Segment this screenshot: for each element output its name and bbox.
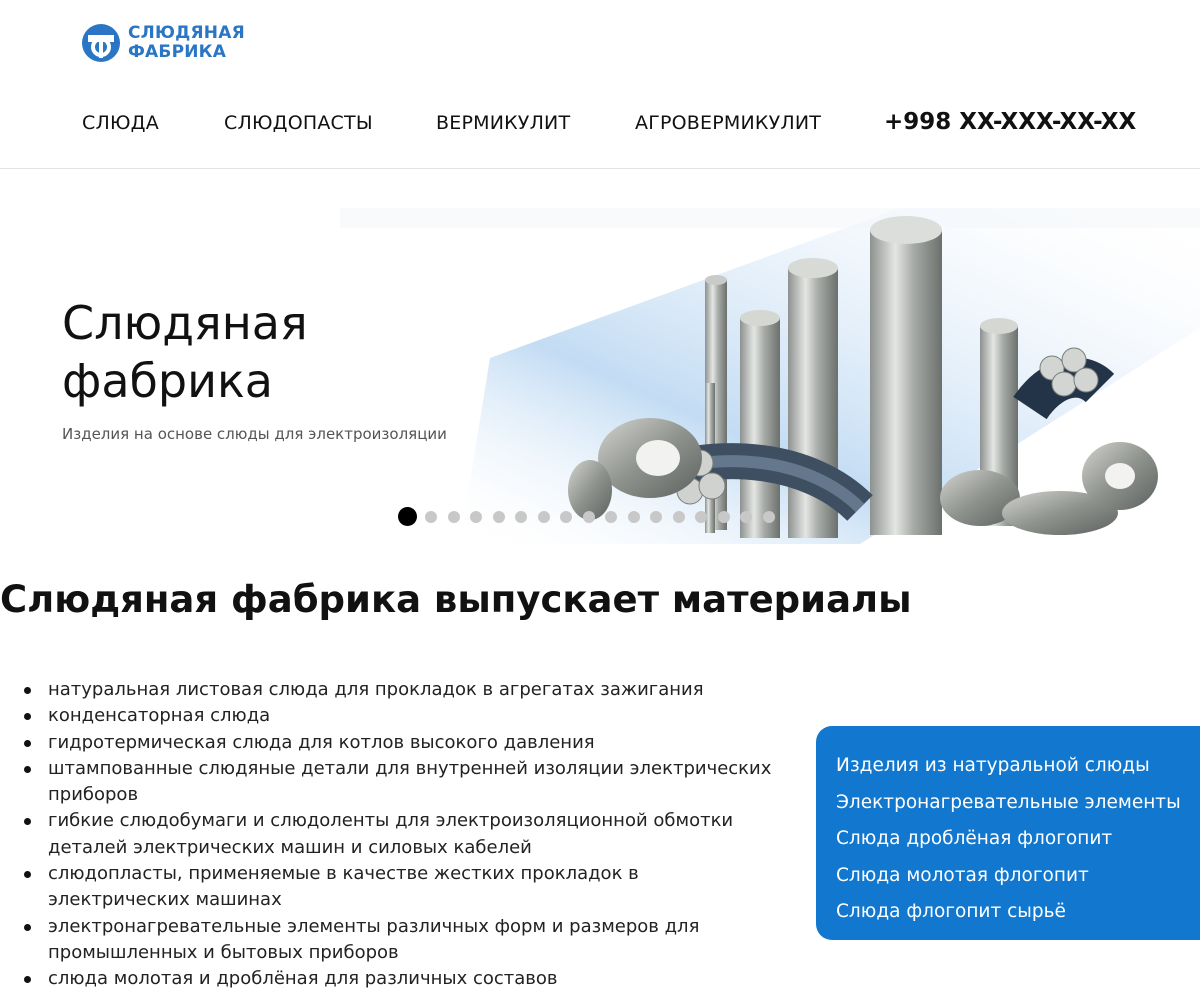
feature-item: слюдопласты, применяемые в качестве жест… bbox=[20, 861, 780, 914]
hero-product-image bbox=[340, 208, 1200, 544]
feature-item: гибкие слюдобумаги и слюдоленты для элек… bbox=[20, 808, 780, 861]
logo-line-2: ФАБРИКА bbox=[128, 42, 227, 62]
slider-dot-13[interactable] bbox=[672, 510, 685, 523]
slider-dot-5[interactable] bbox=[492, 510, 505, 523]
slider-dot-15[interactable] bbox=[717, 510, 730, 523]
slider-dot-1[interactable] bbox=[398, 507, 417, 526]
nav-item-agrovermiculite[interactable]: АГРОВЕРМИКУЛИТ bbox=[635, 112, 821, 134]
slider-dot-12[interactable] bbox=[650, 510, 662, 523]
feature-item: электронагревательные элементы различных… bbox=[20, 914, 780, 967]
logo-line-1: СЛЮДЯНАЯ bbox=[128, 23, 245, 43]
sidebar-link-4[interactable]: Слюда молотая флогопит bbox=[836, 858, 1200, 895]
feature-item: конденсаторная слюда bbox=[20, 703, 780, 729]
sidebar-link-3[interactable]: Слюда дроблёная флогопит bbox=[836, 821, 1200, 858]
nav-item-mica-pastes[interactable]: СЛЮДОПАСТЫ bbox=[224, 112, 373, 134]
slider-dot-17[interactable] bbox=[762, 510, 775, 523]
logo[interactable]: СЛЮДЯНАЯ ФАБРИКА bbox=[80, 22, 245, 64]
sidebar-link-2[interactable]: Электронагревательные элементы bbox=[836, 785, 1200, 822]
slider-dot-3[interactable] bbox=[447, 510, 460, 523]
slider-dot-10[interactable] bbox=[605, 510, 617, 523]
site-header: СЛЮДЯНАЯ ФАБРИКА СЛЮДА СЛЮДОПАСТЫ ВЕРМИК… bbox=[0, 0, 1200, 169]
features-list: натуральная листовая слюда для прокладок… bbox=[20, 677, 780, 993]
hero-slider[interactable]: Слюдяная фабрика Изделия на основе слюды… bbox=[0, 170, 1200, 544]
slider-pagination bbox=[398, 507, 785, 526]
nav-item-vermiculite[interactable]: ВЕРМИКУЛИТ bbox=[436, 112, 570, 134]
category-sidebar: Изделия из натуральной слюды Электронагре… bbox=[816, 726, 1200, 940]
logo-wordmark: СЛЮДЯНАЯ ФАБРИКА bbox=[128, 24, 245, 62]
slider-dot-16[interactable] bbox=[740, 510, 752, 523]
slider-dot-7[interactable] bbox=[537, 510, 550, 523]
slider-dot-4[interactable] bbox=[470, 510, 482, 523]
slider-dot-14[interactable] bbox=[695, 510, 707, 523]
sidebar-link-1[interactable]: Изделия из натуральной слюды bbox=[836, 748, 1200, 785]
feature-item: гидротермическая слюда для котлов высоко… bbox=[20, 730, 780, 756]
slider-dot-6[interactable] bbox=[515, 510, 527, 523]
hero-subtitle: Изделия на основе слюды для электроизоля… bbox=[62, 425, 447, 443]
feature-item: натуральная листовая слюда для прокладок… bbox=[20, 677, 780, 703]
sidebar-link-5[interactable]: Слюда флогопит сырьё bbox=[836, 894, 1200, 931]
main-nav: СЛЮДА СЛЮДОПАСТЫ ВЕРМИКУЛИТ АГРОВЕРМИКУЛ… bbox=[0, 109, 1200, 148]
slider-dot-8[interactable] bbox=[560, 510, 572, 523]
logo-icon bbox=[80, 22, 122, 64]
section-heading: Слюдяная фабрика выпускает материалы bbox=[0, 578, 912, 621]
slider-dot-11[interactable] bbox=[627, 510, 640, 523]
feature-item: слюда молотая и дроблёная для различных … bbox=[20, 966, 780, 992]
nav-item-mica[interactable]: СЛЮДА bbox=[82, 112, 159, 134]
slider-dot-9[interactable] bbox=[582, 510, 595, 523]
hero-title-line-1: Слюдяная bbox=[62, 296, 308, 350]
hero-title-line-2: фабрика bbox=[62, 354, 273, 408]
phone-link[interactable]: +998 XX-XXX-XX-XX bbox=[884, 109, 1136, 135]
feature-item: штампованные слюдяные детали для внутрен… bbox=[20, 756, 780, 809]
hero-title: Слюдяная фабрика bbox=[62, 294, 382, 410]
slider-dot-2[interactable] bbox=[425, 510, 437, 523]
